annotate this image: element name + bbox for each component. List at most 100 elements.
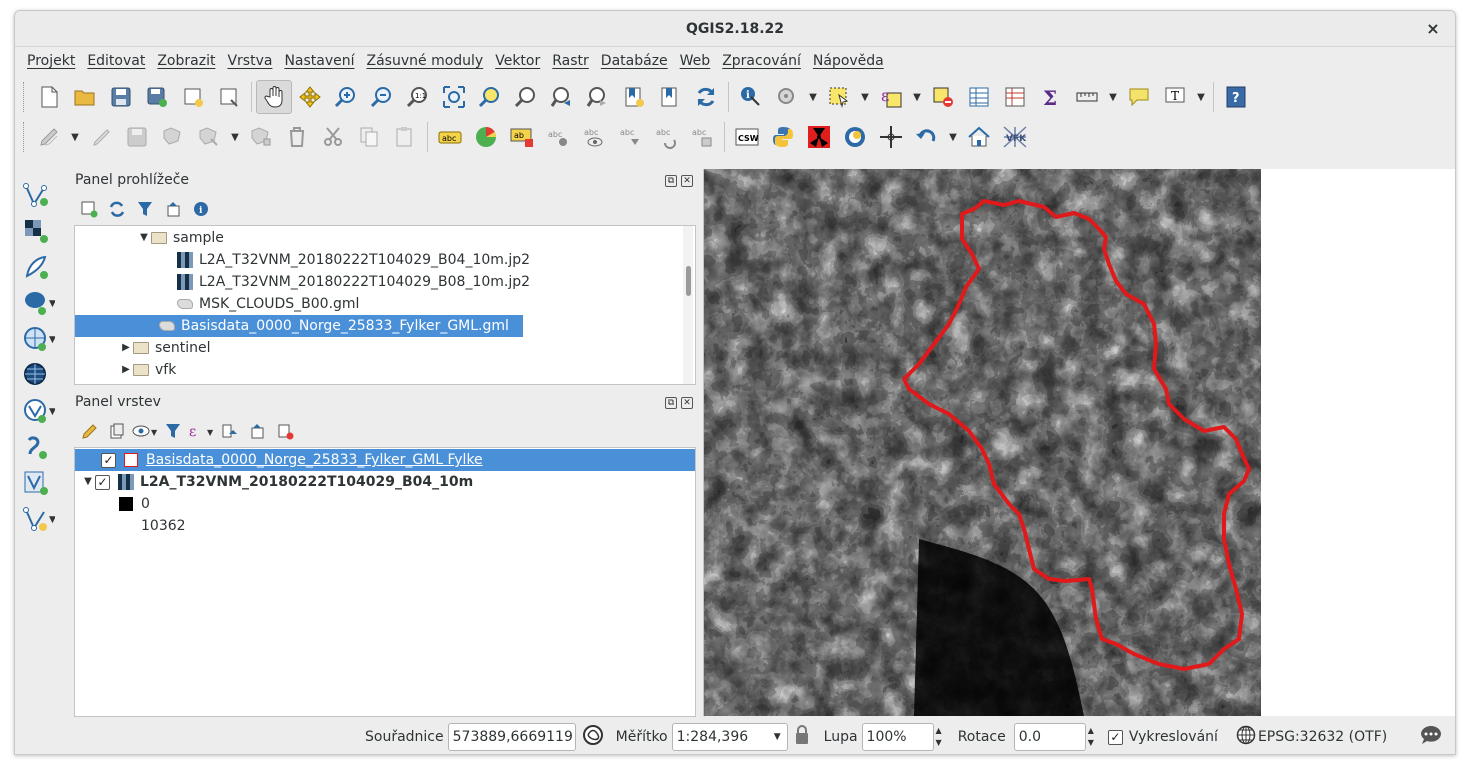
rotation-field[interactable]: 0.0 [1013,723,1086,751]
tree-item-sample[interactable]: ▼ sample [137,227,224,249]
menu-databaze[interactable]: Databáze [601,49,680,75]
pan-hand-icon[interactable] [256,80,292,114]
zoom-full-icon[interactable] [436,80,472,114]
magnifier-field[interactable]: 100% [861,723,934,751]
add-feature-icon[interactable] [155,120,191,154]
deselect-features-icon[interactable] [925,80,961,114]
composer-manager-icon[interactable] [211,80,247,114]
undo-dropdown[interactable]: ▼ [945,120,961,154]
zoom-native-resolution-icon[interactable]: 1:1 [400,80,436,114]
show-hide-labels-icon[interactable]: abc [576,120,612,154]
close-panel-icon[interactable]: ✕ [681,175,693,187]
close-button[interactable]: × [1421,11,1445,47]
current-edits-icon[interactable] [31,120,67,154]
current-edits-dropdown[interactable]: ▼ [67,120,83,154]
attribute-table-icon[interactable] [961,80,997,114]
delete-selected-icon[interactable] [279,120,315,154]
field-calculator-icon[interactable] [997,80,1033,114]
coordinate-capture-icon[interactable] [873,120,909,154]
browser-scrollbar[interactable] [683,226,693,384]
filter-browser-icon[interactable] [131,197,159,221]
select-features-icon[interactable] [821,80,857,114]
measure-line-icon[interactable] [1069,80,1105,114]
cut-features-icon[interactable] [315,120,351,154]
menu-nastaveni[interactable]: Nastavení [284,49,366,75]
statistics-sigma-icon[interactable]: Σ [1033,80,1069,114]
menu-zpracovani[interactable]: Zpracování [722,49,813,75]
menu-zobrazit[interactable]: Zobrazit [157,49,227,75]
new-print-composer-icon[interactable] [175,80,211,114]
expand-all-icon[interactable] [215,419,243,443]
collapse-all-icon[interactable] [159,197,187,221]
run-action-icon[interactable] [769,80,805,114]
tree-item-basisdata[interactable]: Basisdata_0000_Norge_25833_Fylker_GML.gm… [75,315,523,337]
show-bookmarks-icon[interactable] [652,80,688,114]
layer-diagram-icon[interactable] [468,120,504,154]
add-wms-layer-icon[interactable]: ▼ [17,321,65,357]
menu-editovat[interactable]: Editovat [87,49,157,75]
expanded-arrow-icon[interactable]: ▼ [81,471,95,493]
tree-item-sentinel[interactable]: ▶ sentinel [119,337,210,359]
visibility-eye-icon[interactable]: ▼ [131,419,159,443]
identify-icon[interactable]: i [733,80,769,114]
pin-label-icon[interactable]: abc [612,120,648,154]
add-delimited-text-icon[interactable] [17,429,65,465]
select-dropdown[interactable]: ▼ [857,80,873,114]
menu-rastr[interactable]: Rastr [552,49,601,75]
render-checkbox[interactable]: ✓ [1107,729,1123,745]
gps-tools-icon[interactable] [837,120,873,154]
node-tool-icon[interactable] [243,120,279,154]
add-virtual-layer-icon[interactable] [17,465,65,501]
close-panel-icon[interactable]: ✕ [681,397,693,409]
menu-projekt[interactable]: Projekt [27,49,87,75]
pan-to-selection-icon[interactable] [292,80,328,114]
menu-zasuvne-moduly[interactable]: Zásuvné moduly [367,49,496,75]
magnifier-spinner[interactable]: ▲ ▼ [936,725,942,749]
vfk-plugin-icon[interactable]: VFK [997,120,1033,154]
open-project-icon[interactable] [67,80,103,114]
add-selected-layer-icon[interactable] [75,197,103,221]
save-project-icon[interactable] [103,80,139,114]
expanded-arrow-icon[interactable]: ▼ [137,227,151,249]
move-label-icon[interactable]: abc [540,120,576,154]
expression-dropdown[interactable]: ▼ [909,80,925,114]
zoom-in-icon[interactable] [328,80,364,114]
add-postgis-layer-icon[interactable]: ▼ [17,285,65,321]
map-canvas[interactable] [703,169,1455,716]
zoom-out-icon[interactable] [364,80,400,114]
crs-status[interactable]: EPSG:32632 (OTF) [1258,729,1387,745]
layer-item-fylke[interactable]: ✓ Basisdata_0000_Norge_25833_Fylker_GML … [75,449,695,471]
filter-legend-icon[interactable] [159,419,187,443]
collapsed-arrow-icon[interactable]: ▶ [119,359,133,381]
properties-info-icon[interactable]: i [187,197,215,221]
scale-combobox[interactable]: 1:284,396 ▼ [671,723,788,751]
rotation-spinner[interactable]: ▲ ▼ [1088,725,1094,749]
python-console-icon[interactable] [765,120,801,154]
zoom-to-layer-icon[interactable] [508,80,544,114]
add-spatialite-layer-icon[interactable] [17,249,65,285]
save-as-icon[interactable] [139,80,175,114]
annotation-dropdown[interactable]: ▼ [1193,80,1209,114]
coordinate-field[interactable]: 573889,6669119 [447,723,576,751]
layer-visibility-checkbox[interactable]: ✓ [101,452,116,468]
refresh-browser-icon[interactable] [103,197,131,221]
zoom-next-icon[interactable] [580,80,616,114]
tree-item-b04[interactable]: L2A_T32VNM_20180222T104029_B04_10m.jp2 [177,249,530,271]
tree-item-msk-clouds[interactable]: MSK_CLOUDS_B00.gml [177,293,359,315]
run-action-dropdown[interactable]: ▼ [805,80,821,114]
add-wfs-layer-icon[interactable]: ▼ [17,393,65,429]
radiation-icon[interactable] [801,120,837,154]
copy-features-icon[interactable] [351,120,387,154]
toolbar-grip[interactable] [23,122,27,152]
lock-scale-icon[interactable] [794,724,812,750]
new-vector-layer-icon[interactable]: ▼ [17,501,65,537]
menu-web[interactable]: Web [680,49,723,75]
help-icon[interactable]: ? [1218,80,1254,114]
add-vector-layer-icon[interactable] [17,177,65,213]
new-project-icon[interactable] [31,80,67,114]
move-feature-icon[interactable] [191,120,227,154]
change-label-icon[interactable]: abc [684,120,720,154]
toolbar-grip[interactable] [23,82,27,112]
new-bookmark-icon[interactable] [616,80,652,114]
highlight-label-icon[interactable]: ab [504,120,540,154]
